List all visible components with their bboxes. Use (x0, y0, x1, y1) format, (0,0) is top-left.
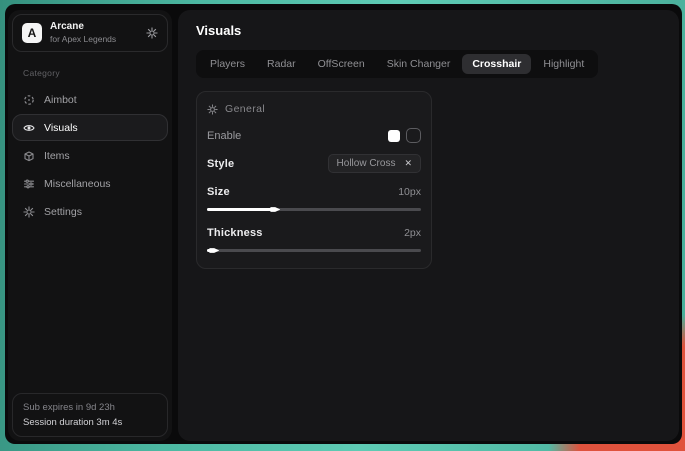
slider-fill (207, 249, 213, 252)
page-title: Visuals (196, 23, 679, 38)
slider-fill (207, 208, 274, 211)
tab-offscreen[interactable]: OffScreen (308, 54, 375, 74)
desktop: { "app": { "name": "Arcane", "subtitle":… (0, 0, 685, 451)
tab-highlight[interactable]: Highlight (533, 54, 594, 74)
slider-thumb[interactable] (209, 246, 219, 255)
sidebar-item-label: Visuals (44, 122, 78, 134)
style-label: Style (207, 158, 234, 170)
size-label: Size (207, 186, 230, 198)
sidebar-item-label: Items (44, 150, 70, 162)
thickness-row: Thickness 2px (207, 227, 421, 255)
main-panel: Visuals Players Radar OffScreen Skin Cha… (178, 10, 679, 441)
sidebar-item-settings[interactable]: Settings (12, 198, 168, 225)
size-row: Size 10px (207, 186, 421, 214)
slider-track (207, 208, 421, 211)
settings-gear-icon[interactable] (146, 27, 158, 39)
general-panel: General Enable Style Hollow Cross ✕ Size (196, 91, 432, 269)
tab-players[interactable]: Players (200, 54, 255, 74)
tab-bar: Players Radar OffScreen Skin Changer Cro… (196, 50, 598, 78)
size-slider[interactable] (207, 205, 421, 214)
sidebar-item-visuals[interactable]: Visuals (12, 114, 168, 141)
sub-expires-text: Sub expires in 9d 23h (23, 400, 157, 415)
sidebar-item-items[interactable]: Items (12, 142, 168, 169)
app-header: A Arcane for Apex Legends (12, 14, 168, 52)
tab-crosshair[interactable]: Crosshair (462, 54, 531, 74)
app-subtitle: for Apex Legends (50, 34, 116, 45)
enable-controls (388, 128, 421, 143)
eye-icon (23, 122, 35, 134)
app-window: A Arcane for Apex Legends Category (5, 4, 682, 444)
thickness-value: 2px (404, 227, 421, 239)
thickness-slider[interactable] (207, 246, 421, 255)
sidebar-item-label: Miscellaneous (44, 178, 111, 190)
thickness-label: Thickness (207, 227, 263, 239)
style-row: Style Hollow Cross ✕ (207, 154, 421, 173)
tab-skin-changer[interactable]: Skin Changer (377, 54, 461, 74)
enable-row: Enable (207, 128, 421, 143)
style-value: Hollow Cross (337, 158, 396, 169)
gear-dotted-icon (207, 104, 218, 115)
panel-title: General (225, 103, 265, 115)
sidebar-nav: Aimbot Visuals Items (8, 86, 172, 225)
color-swatch[interactable] (388, 130, 400, 142)
app-titles: Arcane for Apex Legends (50, 21, 116, 44)
subscription-info: Sub expires in 9d 23h Session duration 3… (12, 393, 168, 437)
app-name: Arcane (50, 21, 116, 34)
enable-label: Enable (207, 130, 241, 142)
sidebar-item-label: Aimbot (44, 94, 77, 106)
sliders-icon (23, 178, 35, 190)
sidebar: A Arcane for Apex Legends Category (8, 10, 172, 441)
gear-icon (23, 206, 35, 218)
slider-thumb[interactable] (270, 205, 280, 214)
panel-header: General (207, 103, 421, 115)
session-duration-text: Session duration 3m 4s (23, 415, 157, 430)
app-logo: A (22, 23, 42, 43)
package-icon (23, 150, 35, 162)
style-select[interactable]: Hollow Cross ✕ (328, 154, 421, 173)
sidebar-item-miscellaneous[interactable]: Miscellaneous (12, 170, 168, 197)
enable-checkbox[interactable] (406, 128, 421, 143)
clear-icon[interactable]: ✕ (404, 158, 412, 169)
category-label: Category (23, 68, 172, 78)
sidebar-item-aimbot[interactable]: Aimbot (12, 86, 168, 113)
tab-radar[interactable]: Radar (257, 54, 306, 74)
size-value: 10px (398, 186, 421, 198)
crosshair-icon (23, 94, 35, 106)
slider-track (207, 249, 421, 252)
sidebar-item-label: Settings (44, 206, 82, 218)
